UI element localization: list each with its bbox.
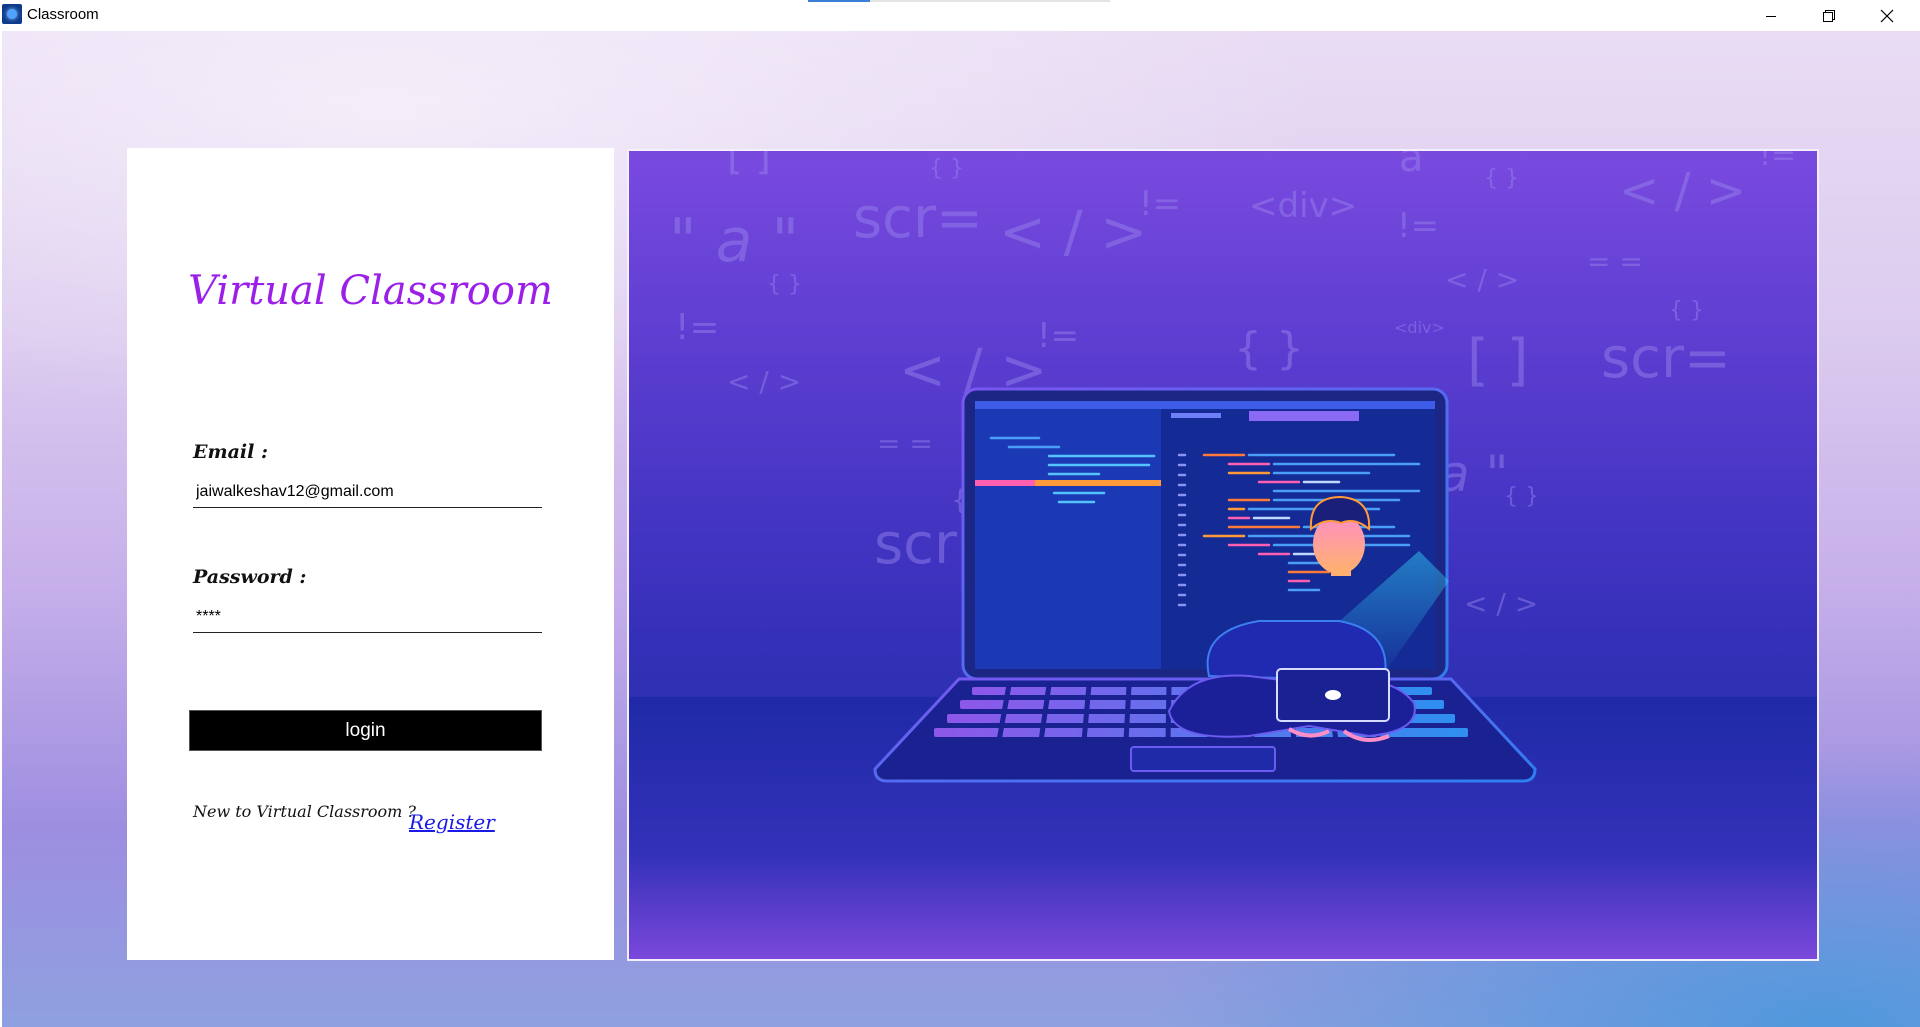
svg-text:{ }: { }: [929, 156, 964, 181]
svg-text:[ ]: [ ]: [1467, 328, 1529, 393]
login-card: Virtual Classroom Email : Password : log…: [127, 148, 614, 960]
password-field[interactable]: [193, 601, 542, 633]
svg-text:!=: !=: [1759, 151, 1796, 173]
person-with-laptop-illustration: [ ] { } a { } != " a " scr= < / > != <di…: [629, 151, 1817, 959]
svg-text:{ }: { }: [767, 272, 802, 297]
svg-text:!=: !=: [675, 307, 720, 348]
svg-text:!=: !=: [1397, 206, 1439, 246]
svg-text:{ }: { }: [1484, 166, 1519, 191]
svg-text:!=: !=: [1037, 316, 1079, 356]
email-label: Email :: [193, 441, 268, 463]
svg-text:< / >: < / >: [727, 365, 801, 398]
title-tab-indicator: [808, 0, 1110, 2]
window-title: Classroom: [27, 6, 99, 23]
hero-illustration: [ ] { } a { } != " a " scr= < / > != <di…: [627, 149, 1819, 961]
register-prompt: New to Virtual Classroom ?: [193, 802, 416, 821]
svg-text:a ": a ": [1439, 445, 1509, 503]
svg-text:< / >: < / >: [999, 200, 1147, 265]
svg-text:" a ": " a ": [669, 206, 799, 276]
app-icon: [2, 4, 22, 24]
close-button[interactable]: [1858, 0, 1916, 31]
close-icon: [1880, 9, 1894, 22]
app-background: Virtual Classroom Email : Password : log…: [2, 31, 1920, 1027]
login-button[interactable]: login: [189, 710, 542, 751]
svg-text:scr=: scr=: [1601, 326, 1731, 391]
svg-text:< / >: < / >: [1619, 163, 1746, 219]
minimize-button[interactable]: [1742, 0, 1800, 31]
svg-text:[ ]: [ ]: [727, 151, 771, 179]
svg-text:{ }: { }: [1504, 484, 1539, 509]
svg-text:{ }: { }: [1234, 323, 1304, 374]
svg-text:!=: !=: [1139, 184, 1181, 224]
svg-text:< / >: < / >: [1445, 263, 1519, 296]
svg-text:< / >: < / >: [1464, 587, 1538, 620]
svg-text:{ }: { }: [1669, 298, 1704, 323]
register-link[interactable]: Register: [409, 810, 495, 834]
svg-text:<div>: <div>: [1249, 186, 1357, 226]
restore-button[interactable]: [1800, 0, 1858, 31]
email-field[interactable]: [193, 476, 542, 508]
app-heading: Virtual Classroom: [188, 268, 553, 314]
svg-text:scr=: scr=: [853, 186, 983, 251]
svg-text:= =: = =: [1587, 245, 1643, 278]
svg-text:a: a: [1399, 151, 1424, 181]
svg-text:scr: scr: [874, 512, 958, 577]
svg-text:= =: = =: [877, 427, 933, 460]
minimize-icon: [1766, 15, 1776, 17]
window-titlebar: Classroom: [0, 0, 1920, 31]
svg-text:<div>: <div>: [1394, 318, 1445, 337]
password-label: Password :: [193, 566, 307, 588]
restore-icon: [1823, 9, 1835, 22]
